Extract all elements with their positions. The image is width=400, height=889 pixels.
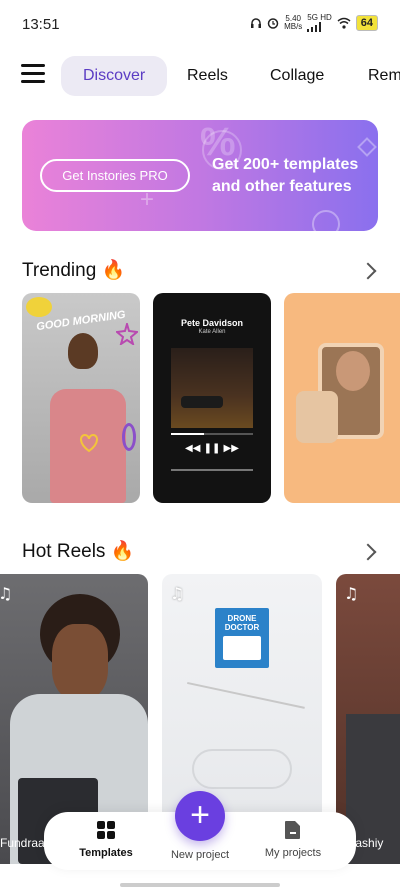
volume-bar [171,469,253,471]
top-nav: Discover Reels Collage Rem [0,56,400,96]
status-bar: 13:51 5.40 MB/s 5G HD 64 [0,0,400,46]
music-note-icon: ♫ [0,584,13,603]
trending-card-3[interactable] [284,293,400,503]
wifi-icon [337,17,351,29]
tab-discover[interactable]: Discover [61,56,168,96]
menu-icon[interactable] [21,64,45,84]
battery-indicator: 64 [355,15,378,31]
signal-group: 5G HD [307,13,332,32]
status-time: 13:51 [22,16,60,33]
reel-caption: Fundraar [0,836,49,850]
alarm-icon [267,18,279,29]
song-artist: Kate Allen [198,329,226,335]
heart-sticker-icon [80,433,98,453]
song-title: Pete Davidson [180,318,244,328]
album-cover [171,348,253,428]
promo-banner[interactable]: + % Get Instories PRO Get 200+ templates… [22,120,378,231]
promo-text: Get 200+ templates and other features [212,156,359,195]
drone-doctor-logo: DRONE DOCTOR [215,608,269,668]
nav-templates[interactable]: Templates [76,820,136,859]
music-note-icon: ♫ [170,584,185,603]
folder-icon [285,821,300,839]
person-photo [50,333,126,503]
trending-card-2[interactable]: Pete Davidson Kate Allen ◀◀ ❚❚ ▶▶ [153,293,271,503]
hot-reels-chevron-right-icon[interactable] [359,543,377,561]
net-label: 5G HD [307,13,332,22]
new-project-button[interactable]: + [175,791,225,841]
plus-icon: + [190,796,210,834]
tab-rem[interactable]: Rem [368,56,400,96]
nav-new-project-label: New project [170,849,230,861]
nav-my-projects[interactable]: My projects [258,820,328,859]
trending-chevron-right-icon[interactable] [359,262,377,280]
trending-title: Trending 🔥 [22,260,126,281]
net-speed: 5.40 MB/s [284,14,303,31]
yellow-sticker-icon [26,297,52,317]
tab-collage[interactable]: Collage [270,56,324,96]
trending-card-1[interactable]: GOOD MORNING [22,293,140,503]
home-indicator [120,883,280,887]
hot-reels-title: Hot Reels 🔥 [22,541,135,562]
status-icons: 5.40 MB/s 5G HD 64 [250,14,378,32]
tab-reels[interactable]: Reels [187,56,228,96]
get-pro-button[interactable]: Get Instories PRO [40,159,190,192]
templates-icon [97,821,115,839]
player-controls: ◀◀ ❚❚ ▶▶ [185,443,239,454]
headphones-icon [251,18,262,28]
music-note-icon: ♫ [344,584,359,603]
nav-my-projects-label: My projects [264,847,322,859]
nav-templates-label: Templates [79,847,133,859]
progress-bar [171,433,253,435]
signal-icon [307,22,322,32]
